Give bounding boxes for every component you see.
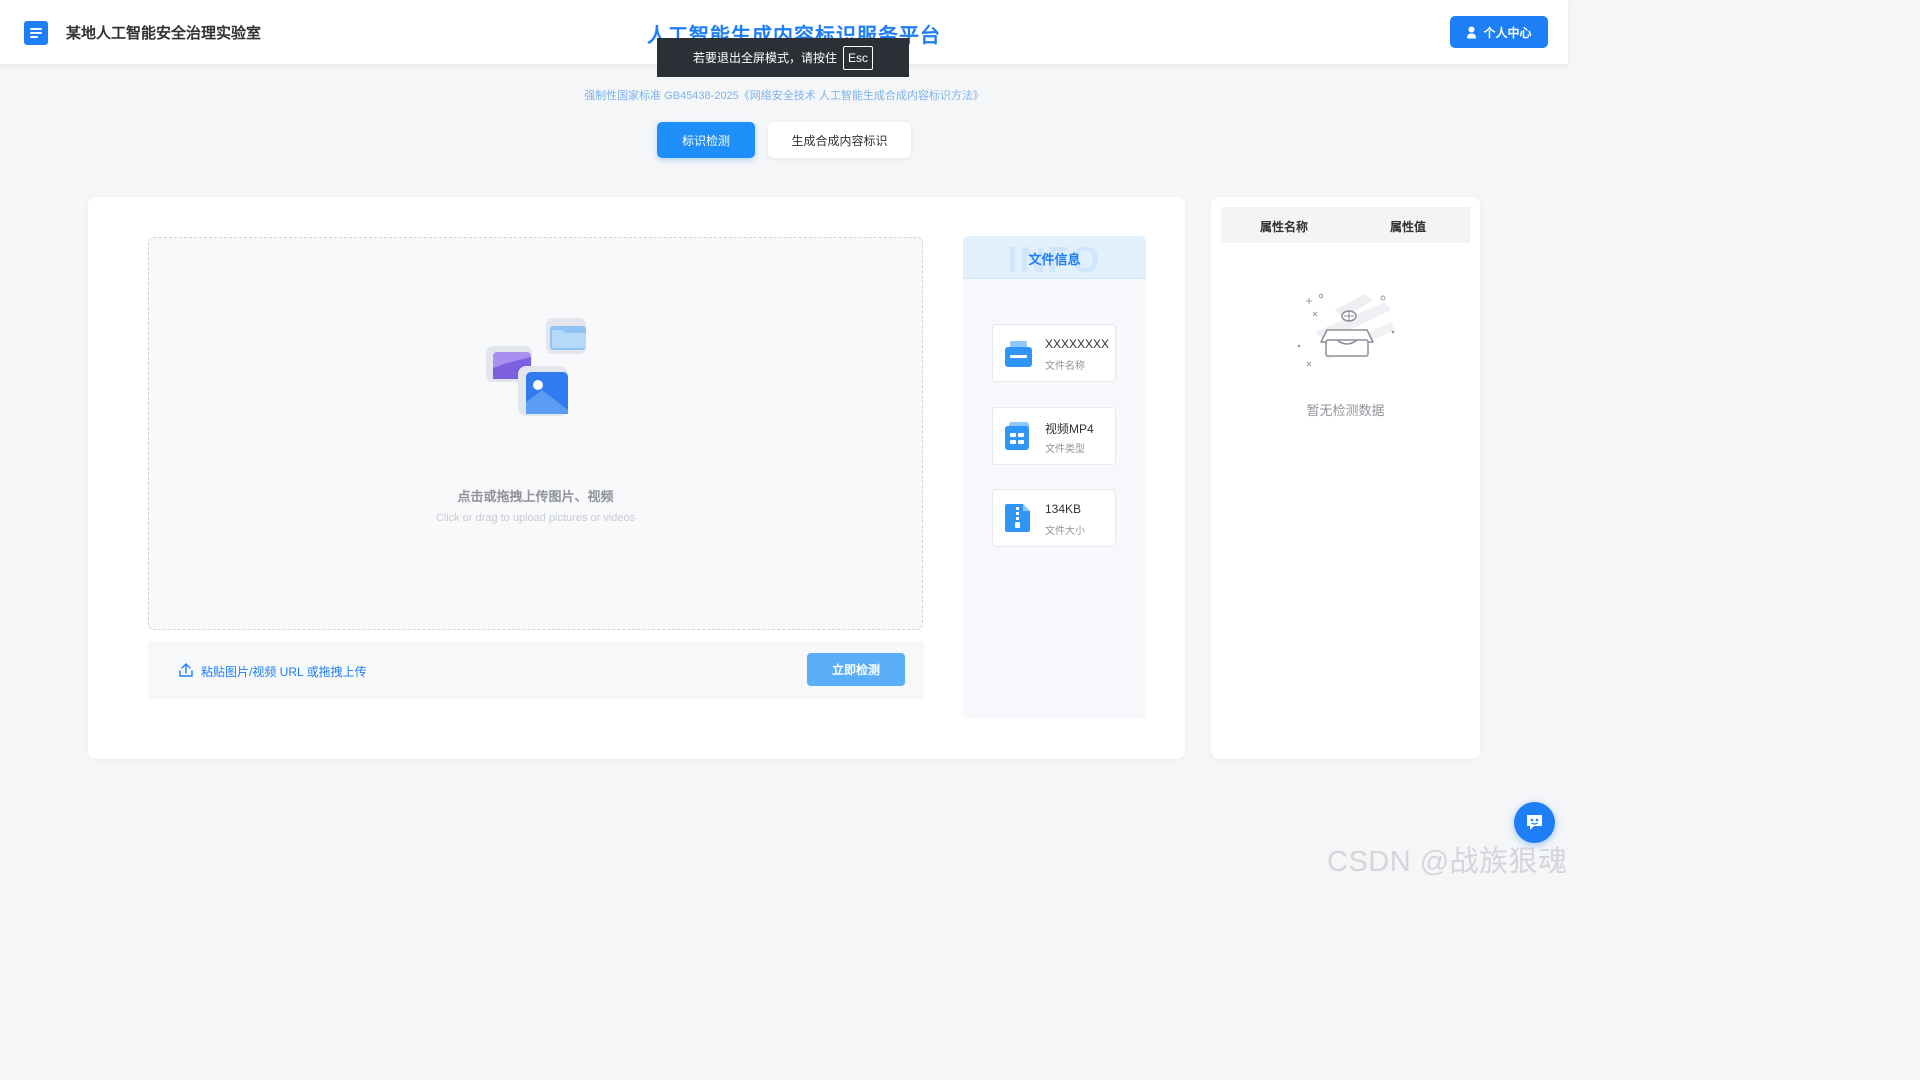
file-size-value: 134KB [1045,502,1082,516]
file-type-label: 文件类型 [1045,444,1085,455]
attr-name-column: 属性名称 [1260,220,1309,234]
lab-name: 某地人工智能安全治理实验室 [66,25,262,42]
upload-icon [179,663,193,677]
url-upload-link[interactable]: 粘贴图片/视频 URL 或拖拽上传 [201,663,367,680]
tab-generate-mark[interactable]: 生成合成内容标识 [768,122,911,158]
empty-box-icon [1297,293,1395,367]
file-size-label: 文件大小 [1045,526,1085,537]
file-name-label: 文件名称 [1045,361,1085,372]
profile-button-label: 个人中心 [1483,25,1532,40]
file-name-value: XXXXXXXX [1045,337,1110,351]
file-type-value: 视频MP4 [1045,422,1094,436]
upload-hint: Click or drag to upload pictures or vide… [435,512,636,524]
user-icon [1467,26,1477,38]
chat-bot-icon [1527,815,1542,830]
empty-state-text: 暂无检测数据 [1306,403,1385,418]
attributes-card: 属性名称 属性值 暂无检测数据 [1211,197,1480,759]
file-box-icon [1005,341,1032,367]
upload-card: 点击或拖拽上传图片、视频 Click or drag to upload pic… [88,197,1185,759]
tab-mark-detection[interactable]: 标识检测 [657,122,755,158]
file-zip-icon [1005,504,1030,532]
attributes-table-header: 属性名称 属性值 [1221,207,1470,243]
csdn-watermark: CSDN @战族狠魂 [1327,846,1568,878]
upload-dropzone[interactable]: 点击或拖拽上传图片、视频 Click or drag to upload pic… [148,237,923,630]
fullscreen-toast: 若要退出全屏模式，请按住 Esc [657,38,909,77]
profile-button[interactable]: 个人中心 [1450,16,1548,48]
url-upload-bar: 粘贴图片/视频 URL 或拖拽上传 立即检测 [148,641,924,699]
file-type-icon [1005,422,1029,450]
file-size-item: 134KB 文件大小 [992,489,1116,547]
fullscreen-toast-message: 若要退出全屏模式，请按住 [692,51,837,65]
file-name-item: XXXXXXXX 文件名称 [992,324,1116,382]
file-info-panel: INFO 文件信息 XXXXXXXX 文件名称 视频MP4 文件类型 134KB… [963,236,1146,719]
esc-key-badge: Esc [843,45,874,70]
upload-media-icon [486,318,586,416]
file-info-header: INFO 文件信息 [963,236,1146,280]
file-info-title: 文件信息 [1028,252,1081,267]
attr-value-column: 属性值 [1390,220,1427,234]
upload-title: 点击或拖拽上传图片、视频 [457,489,614,504]
menu-icon[interactable] [24,21,48,45]
detect-now-button[interactable]: 立即检测 [807,653,905,686]
chat-support-button[interactable] [1514,802,1555,843]
standard-subtitle: 强制性国家标准 GB45438-2025《网络安全技术 人工智能生成合成内容标识… [584,90,984,102]
file-type-item: 视频MP4 文件类型 [992,407,1116,465]
